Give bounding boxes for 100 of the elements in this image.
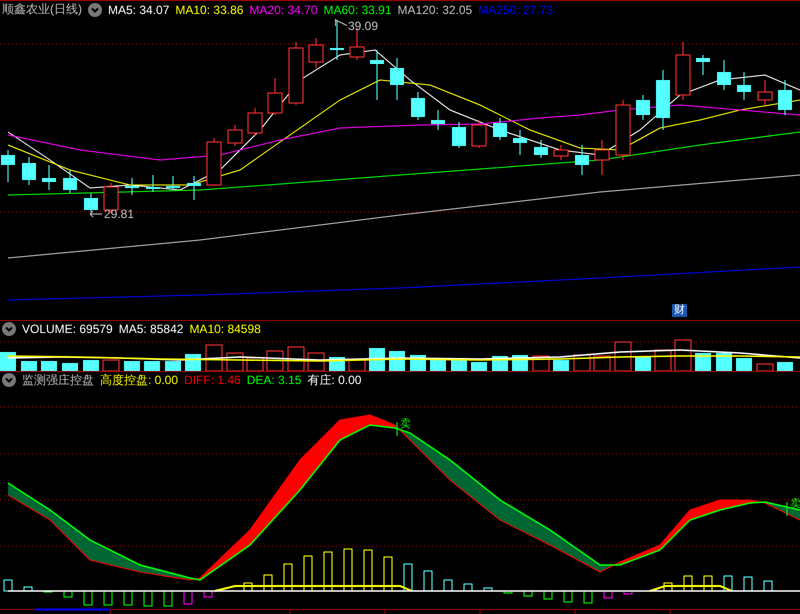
candlestick bbox=[717, 60, 731, 90]
histogram-bar bbox=[564, 590, 572, 602]
histogram-bar bbox=[324, 552, 332, 592]
histogram-bar bbox=[764, 580, 772, 592]
candlestick bbox=[63, 170, 77, 194]
indicator-legend-value: DIFF: 1.46 bbox=[184, 373, 241, 387]
indicator-title: 监测强庄控盘 bbox=[22, 372, 94, 388]
volume-bar bbox=[736, 358, 752, 371]
volume-bar bbox=[430, 360, 446, 371]
volume-bar bbox=[185, 354, 201, 371]
histogram-bar bbox=[704, 576, 712, 592]
histogram-bar bbox=[724, 576, 732, 592]
histogram-bar bbox=[104, 590, 112, 606]
volume-bar bbox=[777, 362, 793, 371]
indicator-legend-value: 高度控盘: 0.00 bbox=[100, 372, 178, 388]
ma-legend-value: MA60: 33.91 bbox=[323, 2, 392, 16]
dropdown-icon[interactable] bbox=[2, 373, 16, 387]
volume-bar bbox=[124, 361, 140, 371]
stock-title: 顺鑫农业(日线) bbox=[2, 1, 82, 18]
ma-legend-value: MA250: 27.73 bbox=[478, 2, 553, 16]
volume-bar bbox=[21, 361, 37, 371]
histogram-bar bbox=[544, 590, 552, 600]
candlestick bbox=[778, 80, 792, 116]
candlestick bbox=[166, 176, 180, 190]
histogram-bar bbox=[624, 590, 632, 594]
histogram-bar bbox=[384, 556, 392, 592]
dropdown-icon[interactable] bbox=[2, 322, 16, 336]
histogram-bar bbox=[84, 590, 92, 606]
volume-bar bbox=[102, 360, 120, 372]
ma-legend-value: MA10: 33.86 bbox=[175, 2, 244, 16]
volume-bar bbox=[716, 353, 732, 371]
histogram-bar bbox=[504, 590, 512, 594]
candlestick bbox=[411, 92, 425, 120]
volume-legend-value: VOLUME: 69579 bbox=[22, 322, 113, 336]
volume-bar bbox=[144, 361, 160, 371]
histogram-bar bbox=[584, 590, 592, 604]
volume-bar bbox=[674, 340, 692, 372]
candlestick bbox=[248, 108, 262, 136]
candlestick bbox=[737, 72, 751, 100]
candlestick bbox=[636, 94, 650, 120]
signal-tick-icon bbox=[396, 422, 400, 436]
candlestick bbox=[370, 50, 384, 100]
indicator-legend-value: 有庄: 0.00 bbox=[307, 372, 362, 388]
signal-tick-icon bbox=[786, 502, 790, 516]
histogram-bar bbox=[744, 576, 752, 592]
histogram-bar bbox=[404, 564, 412, 592]
leader-arrow bbox=[335, 19, 347, 26]
candlestick bbox=[1, 150, 15, 182]
candlestick bbox=[758, 80, 772, 106]
candlestick bbox=[390, 58, 404, 100]
dropdown-icon[interactable] bbox=[88, 2, 102, 16]
candlestick bbox=[431, 110, 445, 130]
candlestick bbox=[554, 144, 568, 160]
candlestick bbox=[330, 20, 344, 60]
candlestick bbox=[575, 144, 589, 176]
volume-bar bbox=[83, 360, 99, 371]
histogram-bar bbox=[444, 580, 452, 592]
volume-bar bbox=[389, 351, 405, 371]
histogram-bar bbox=[304, 556, 312, 592]
volume-bar bbox=[553, 360, 569, 371]
candlestick bbox=[206, 138, 222, 186]
histogram-bar bbox=[204, 590, 212, 598]
ma-legend-value: MA120: 32.05 bbox=[398, 2, 472, 16]
candlestick bbox=[42, 164, 56, 190]
histogram-bar bbox=[524, 590, 532, 596]
candlestick bbox=[452, 122, 466, 148]
candlestick bbox=[594, 140, 610, 176]
candlestick bbox=[493, 118, 507, 140]
candlestick bbox=[513, 130, 527, 156]
volume-bar bbox=[594, 356, 610, 372]
histogram-bar bbox=[264, 574, 272, 592]
candlestick bbox=[125, 178, 139, 196]
histogram-bar bbox=[684, 576, 692, 592]
volume-bar bbox=[62, 363, 78, 371]
leader-arrow bbox=[89, 209, 103, 219]
histogram-bar bbox=[484, 588, 492, 592]
histogram-bar bbox=[184, 590, 192, 604]
volume-bar bbox=[695, 353, 711, 371]
candlestick bbox=[696, 54, 710, 76]
candlestick bbox=[22, 156, 36, 186]
candlestick bbox=[268, 78, 282, 116]
histogram-bar bbox=[664, 582, 672, 592]
volume-bar bbox=[348, 360, 366, 372]
candlestick bbox=[308, 38, 324, 68]
finance-event-badge[interactable]: 财 bbox=[672, 304, 687, 317]
histogram-bar bbox=[24, 586, 32, 592]
volume-legend-value: MA10: 84598 bbox=[189, 322, 261, 336]
histogram-bar bbox=[64, 590, 72, 598]
candlestick bbox=[288, 42, 304, 106]
ma-legend-value: MA20: 34.70 bbox=[249, 2, 318, 16]
volume-legend-value: MA5: 85842 bbox=[118, 322, 184, 336]
histogram-bar bbox=[284, 564, 292, 592]
histogram-bar bbox=[424, 570, 432, 592]
volume-bar bbox=[471, 362, 487, 371]
histogram-bar bbox=[364, 550, 372, 592]
volume-bar bbox=[165, 361, 181, 371]
volume-bar bbox=[0, 352, 16, 371]
candlestick bbox=[84, 192, 98, 212]
candlestick bbox=[656, 70, 670, 130]
candlestick bbox=[616, 100, 630, 160]
